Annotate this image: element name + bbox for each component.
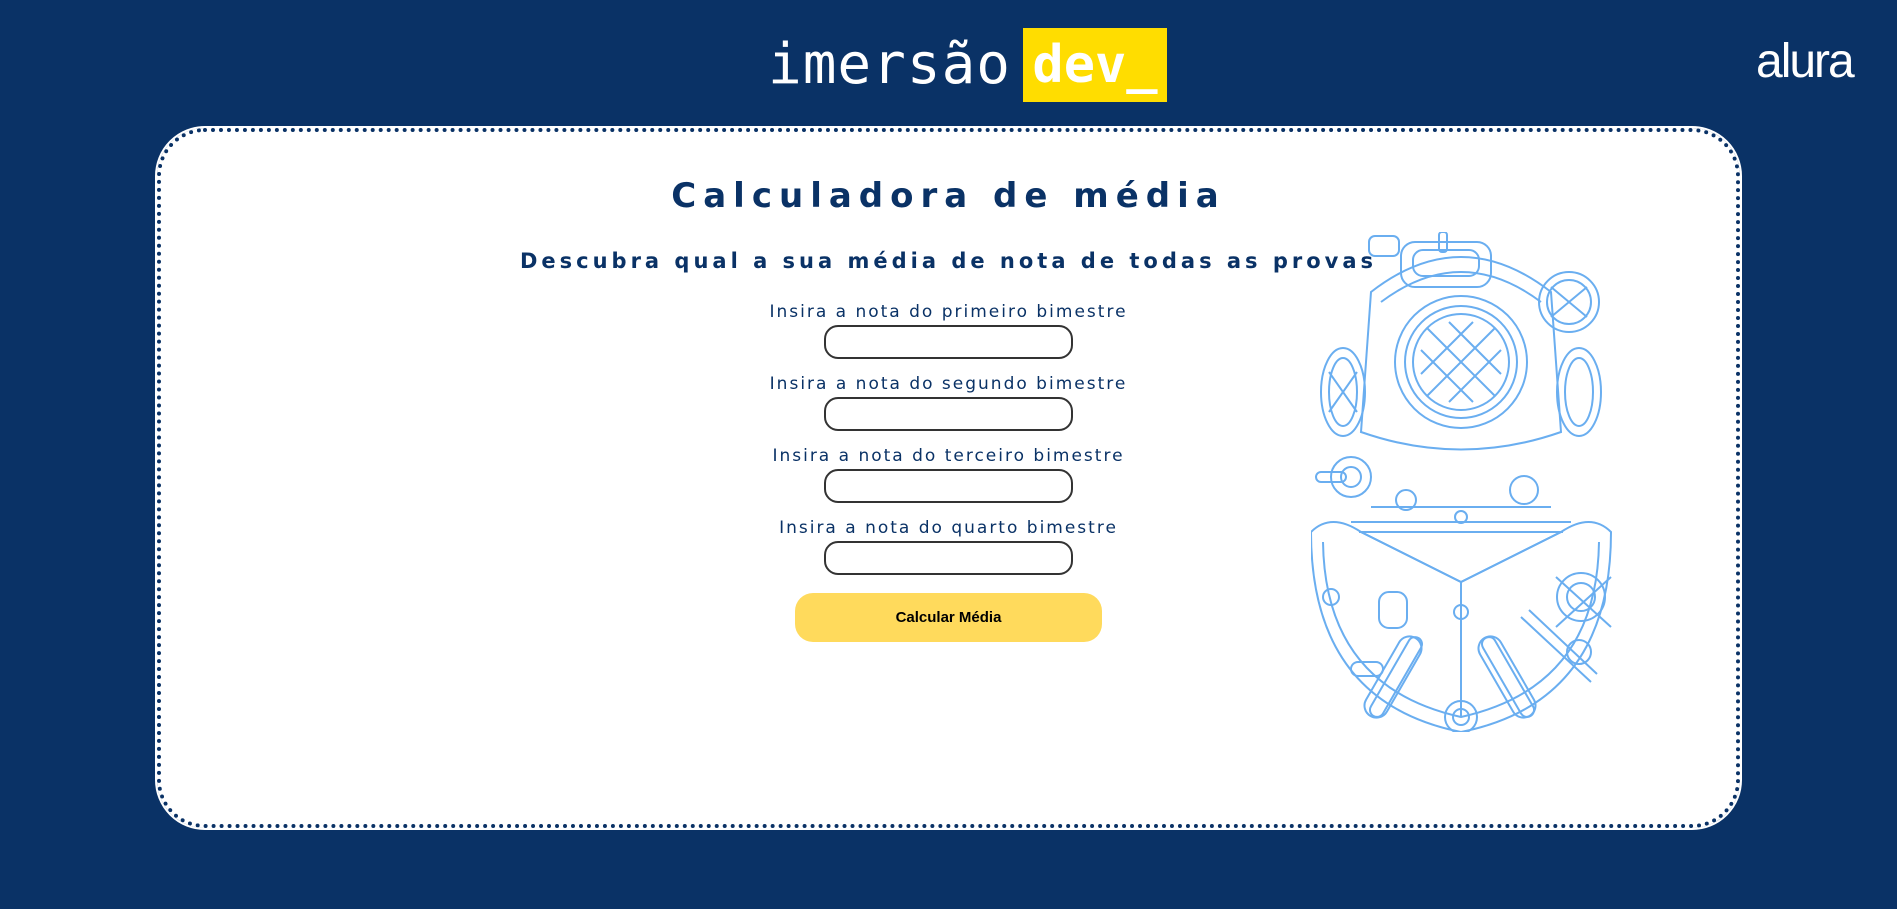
grade-1-label: Insira a nota do primeiro bimestre (769, 302, 1128, 322)
grade-3-label: Insira a nota do terceiro bimestre (772, 446, 1125, 466)
grade-2-label: Insira a nota do segundo bimestre (769, 374, 1128, 394)
brand-highlight-text: dev_ (1032, 35, 1158, 95)
brand-word: imersão (768, 32, 1012, 97)
grade-1-input[interactable] (824, 325, 1073, 359)
grade-2-input[interactable] (824, 397, 1073, 431)
grade-4-label: Insira a nota do quarto bimestre (779, 518, 1118, 538)
alura-logo: alura (1756, 35, 1855, 88)
page-title: Calculadora de média (671, 176, 1226, 216)
page-header: imersão dev_ alura (0, 0, 1897, 120)
calculator-card: Calculadora de média Descubra qual a sua… (155, 126, 1742, 830)
diving-helmet-illustration (1311, 232, 1613, 732)
calculate-average-button[interactable]: Calcular Média (795, 593, 1102, 642)
brand-highlight-box: dev_ (1023, 28, 1168, 102)
imersao-dev-logo: imersão dev_ (768, 28, 1168, 102)
grade-4-input[interactable] (824, 541, 1073, 575)
grade-3-input[interactable] (824, 469, 1073, 503)
